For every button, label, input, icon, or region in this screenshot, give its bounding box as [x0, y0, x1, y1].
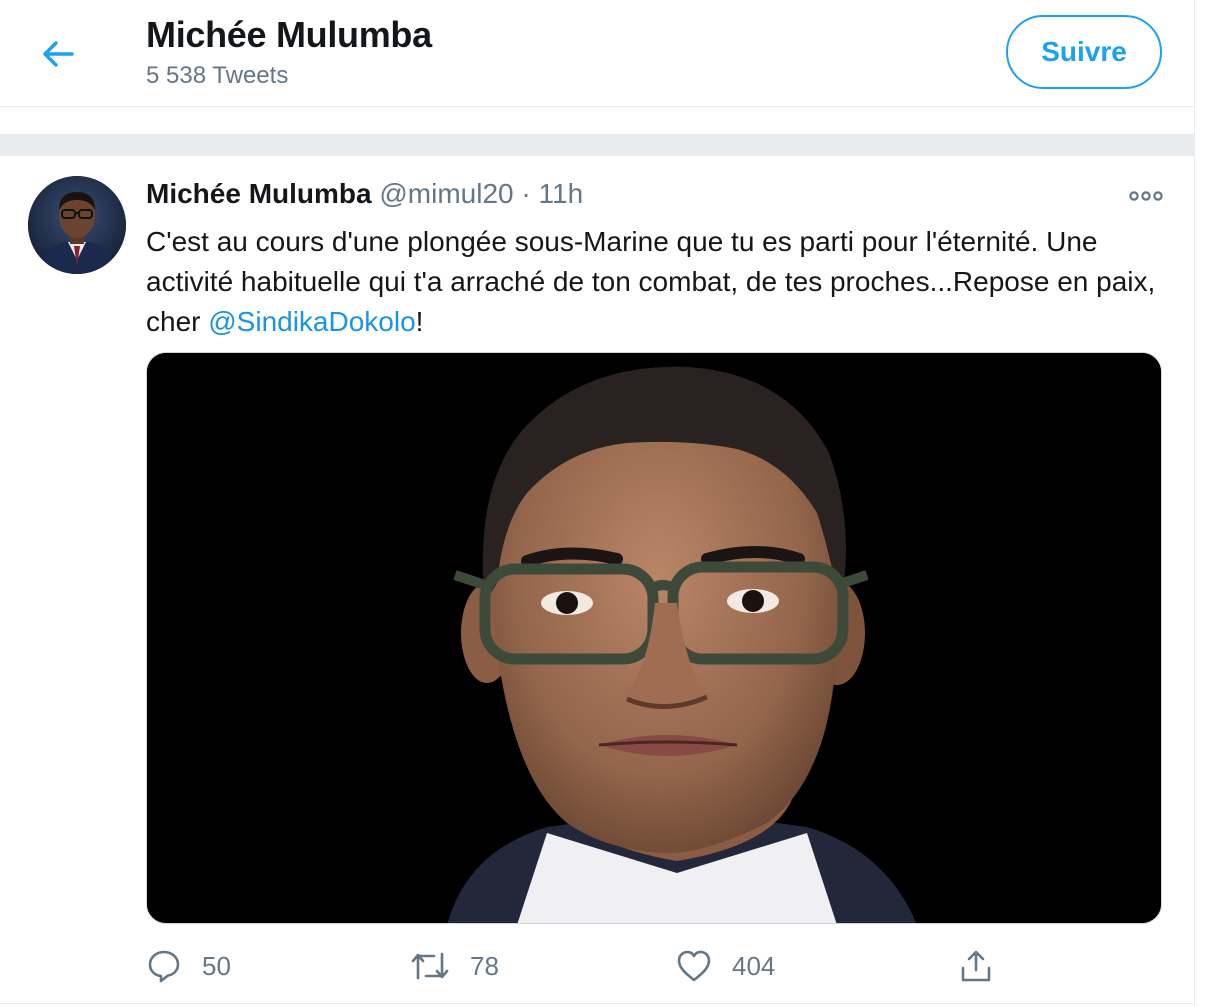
arrow-left-icon: [43, 41, 74, 67]
tweet-separator: [0, 134, 1194, 156]
profile-header: Michée Mulumba 5 538 Tweets Suivre: [0, 0, 1194, 107]
tweet-count: 5 538 Tweets: [146, 62, 289, 89]
like-count: 404: [732, 950, 776, 981]
retweet-button[interactable]: 78: [410, 944, 499, 988]
like-button[interactable]: 404: [676, 944, 775, 988]
reply-button[interactable]: 50: [146, 944, 231, 988]
tweet-text-end: !: [415, 306, 424, 337]
retweet-count: 78: [470, 950, 499, 981]
separator-dot: ·: [521, 178, 531, 209]
more-options-button[interactable]: [1126, 182, 1166, 210]
reply-count: 50: [202, 950, 231, 981]
retweet-icon: [411, 952, 449, 980]
share-button[interactable]: [958, 944, 994, 988]
portrait-image: [147, 353, 1161, 923]
tweet-text: C'est au cours d'une plongée sous-Marine…: [146, 222, 1176, 342]
tweet-header: Michée Mulumba @mimul20 · 11h: [146, 178, 583, 210]
tweet-time[interactable]: 11h: [539, 178, 584, 209]
author-name[interactable]: Michée Mulumba: [146, 178, 372, 209]
follow-button[interactable]: Suivre: [1006, 15, 1162, 89]
author-handle[interactable]: @mimul20: [379, 178, 513, 209]
reply-icon: [148, 950, 180, 983]
tweet-media[interactable]: [146, 352, 1162, 924]
profile-name: Michée Mulumba: [146, 14, 432, 55]
heart-icon: [677, 950, 711, 982]
scrollbar-track[interactable]: [1194, 0, 1206, 1006]
bottom-divider: [0, 1003, 1194, 1004]
back-button[interactable]: [32, 28, 84, 80]
more-icon: [1129, 191, 1163, 201]
avatar[interactable]: [28, 176, 126, 274]
mention-link[interactable]: @SindikaDokolo: [208, 306, 415, 337]
share-icon: [961, 950, 991, 982]
